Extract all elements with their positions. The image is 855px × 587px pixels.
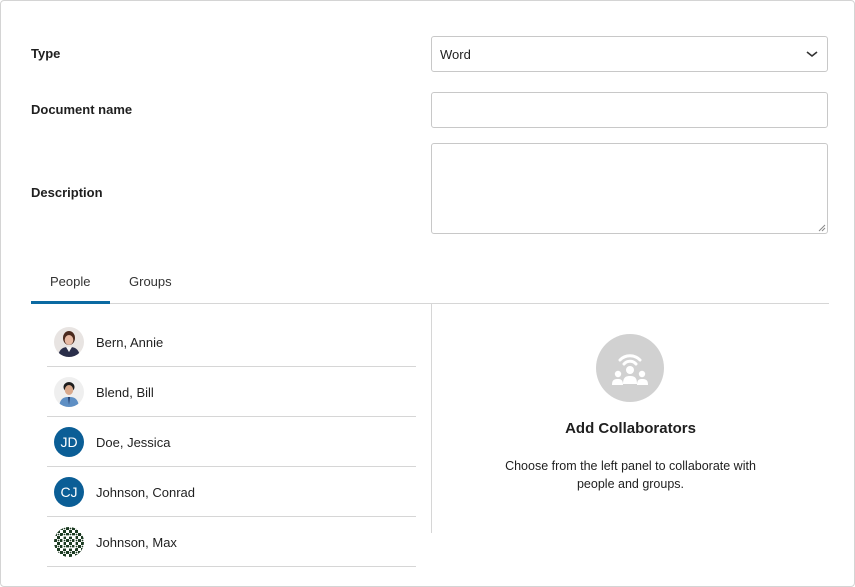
list-item[interactable]: Blend, Bill bbox=[47, 367, 416, 417]
collaborators-icon bbox=[596, 334, 664, 402]
create-document-panel: Type Word Document name Description Peop… bbox=[0, 0, 855, 587]
person-name: Doe, Jessica bbox=[96, 435, 171, 450]
avatar bbox=[54, 377, 84, 407]
list-item[interactable]: CJ Johnson, Conrad bbox=[47, 467, 416, 517]
person-name: Johnson, Conrad bbox=[96, 485, 196, 500]
type-select[interactable]: Word bbox=[431, 36, 828, 72]
person-photo-icon bbox=[54, 377, 84, 407]
person-photo-icon bbox=[54, 327, 84, 357]
people-list: Bern, Annie Blend, Bill JD Doe, Jessica … bbox=[47, 317, 416, 567]
list-item[interactable]: Johnson, Max bbox=[47, 517, 416, 567]
resize-handle-icon[interactable] bbox=[817, 223, 826, 232]
tab-selected-indicator bbox=[31, 301, 110, 304]
list-item[interactable]: JD Doe, Jessica bbox=[47, 417, 416, 467]
people-groups-tabs: People Groups bbox=[31, 263, 829, 304]
description-textarea[interactable] bbox=[431, 143, 828, 234]
document-name-input[interactable] bbox=[431, 92, 828, 128]
document-name-row: Document name bbox=[31, 92, 829, 128]
description-row: Description bbox=[31, 143, 829, 234]
description-label: Description bbox=[31, 185, 103, 200]
avatar bbox=[54, 327, 84, 357]
pattern-avatar-icon bbox=[54, 527, 84, 557]
chevron-down-icon bbox=[806, 51, 818, 58]
tab-people[interactable]: People bbox=[50, 274, 90, 289]
add-collaborators-title: Add Collaborators bbox=[565, 420, 696, 437]
avatar bbox=[54, 527, 84, 557]
tab-groups[interactable]: Groups bbox=[129, 274, 172, 289]
person-name: Blend, Bill bbox=[96, 385, 154, 400]
person-name: Bern, Annie bbox=[96, 335, 164, 350]
list-item[interactable]: Bern, Annie bbox=[47, 317, 416, 367]
add-collaborators-description: Choose from the left panel to collaborat… bbox=[505, 459, 756, 491]
add-collaborators-panel: Add Collaborators Choose from the left p… bbox=[432, 304, 829, 533]
type-select-value: Word bbox=[440, 47, 471, 62]
document-name-label: Document name bbox=[31, 102, 133, 117]
type-row: Type Word bbox=[31, 36, 829, 72]
type-label: Type bbox=[31, 46, 61, 61]
avatar: CJ bbox=[54, 477, 84, 507]
person-name: Johnson, Max bbox=[96, 535, 177, 550]
avatar: JD bbox=[54, 427, 84, 457]
